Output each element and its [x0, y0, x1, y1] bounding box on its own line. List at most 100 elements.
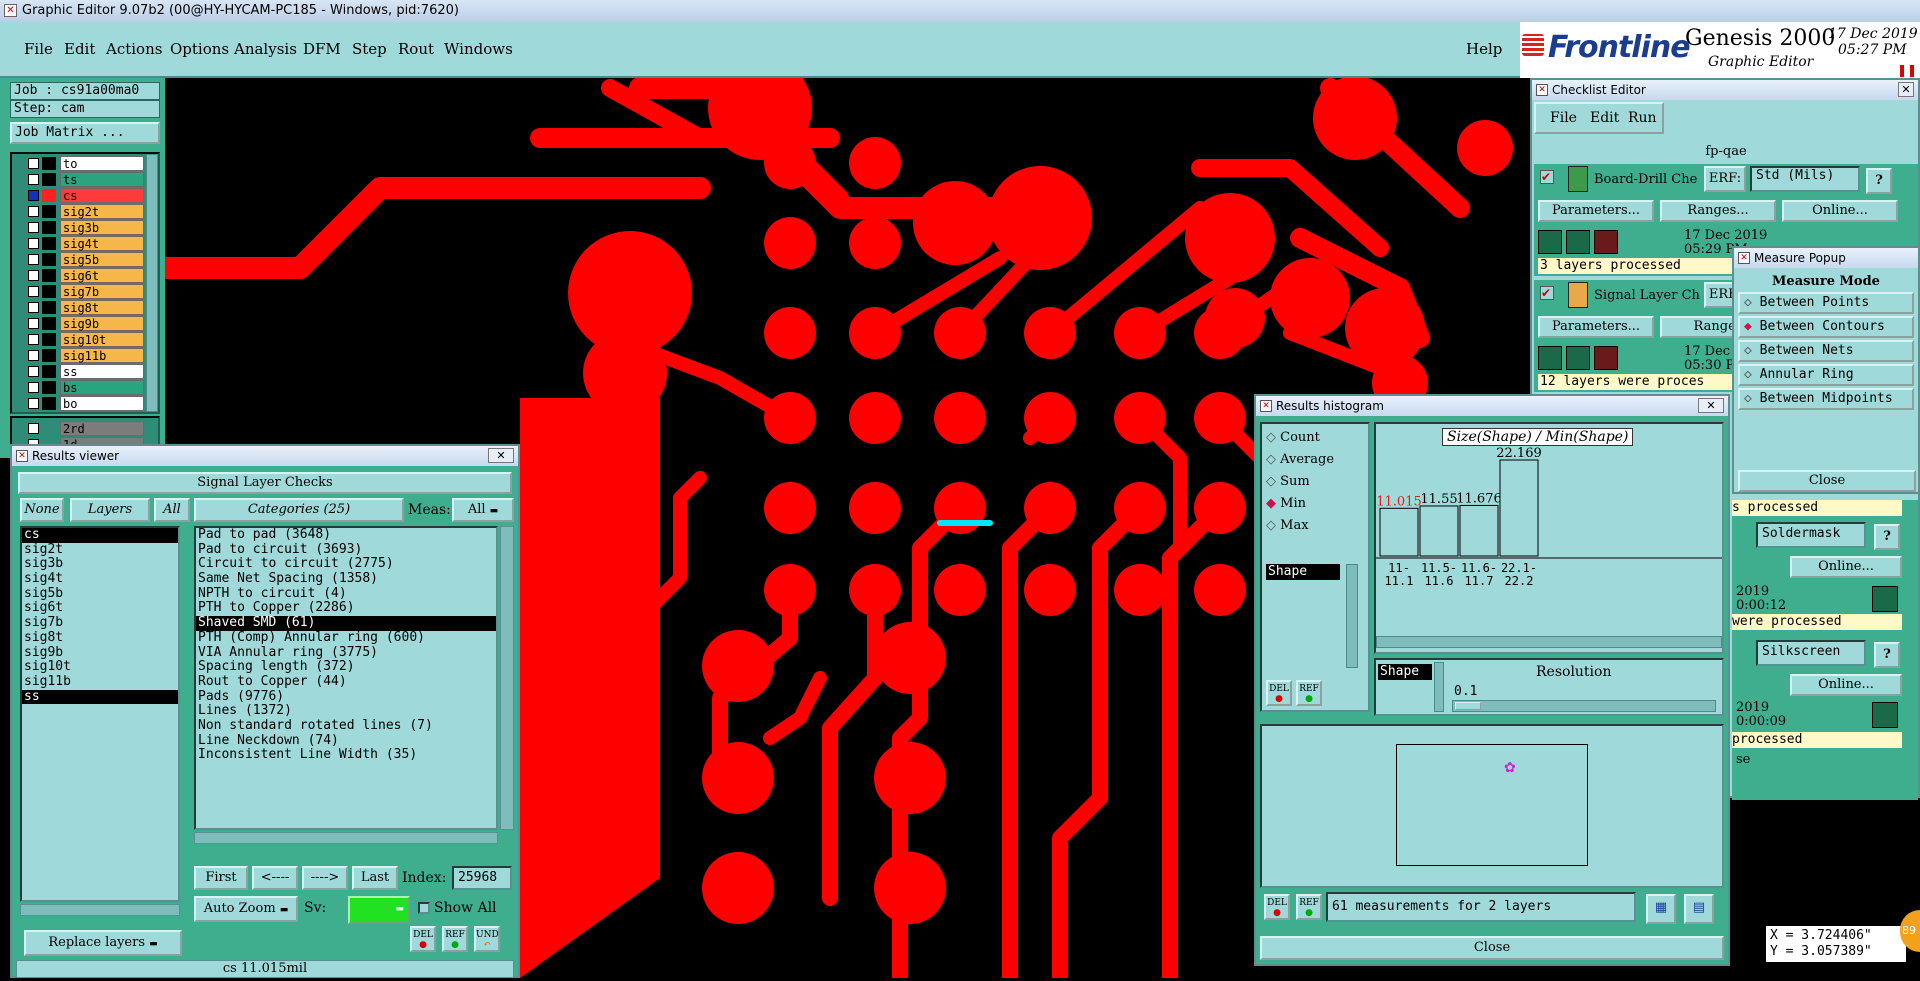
- histogram-close-button[interactable]: Close: [1260, 936, 1724, 960]
- category-item[interactable]: Shaved SMD (61): [196, 615, 496, 631]
- category-item[interactable]: NPTH to circuit (4): [196, 586, 496, 602]
- stat-option[interactable]: ◇ Max: [1266, 518, 1309, 533]
- slider-thumb[interactable]: [1455, 702, 1481, 710]
- layer-affected-swatch[interactable]: [42, 285, 56, 298]
- undo-button[interactable]: UND ↶: [474, 926, 500, 952]
- resolution-slider[interactable]: [1452, 700, 1716, 712]
- parameters-button[interactable]: Parameters...: [1538, 316, 1654, 338]
- menu-help[interactable]: Help: [1466, 40, 1502, 58]
- layer-checkbox[interactable]: [28, 398, 39, 409]
- measure-mode-option[interactable]: ◆ Between Contours: [1738, 316, 1914, 338]
- layer-affected-swatch[interactable]: [42, 317, 56, 330]
- layer-affected-swatch[interactable]: [42, 349, 56, 362]
- results-layer-list[interactable]: cs sig2t sig3b sig4t sig5b sig6t sig7b sig8t sig…: [20, 526, 180, 902]
- layer-checkbox[interactable]: [28, 190, 39, 201]
- next-button[interactable]: ---->: [302, 866, 348, 890]
- layer-name[interactable]: sig3b: [60, 220, 144, 235]
- result-layer-item[interactable]: sig11b: [22, 674, 178, 690]
- measure-mode-option[interactable]: ◇ Between Nets: [1738, 340, 1914, 362]
- category-item[interactable]: Same Net Spacing (1358): [196, 571, 496, 587]
- layer-row-cs[interactable]: cs: [26, 188, 144, 203]
- check-enabled-checkbox[interactable]: ✔: [1540, 170, 1554, 184]
- layer-affected-swatch[interactable]: [42, 189, 56, 202]
- layer-name[interactable]: sig5b: [60, 252, 144, 267]
- layer-name[interactable]: ts: [60, 172, 144, 187]
- layer-row-sig5b[interactable]: sig5b: [26, 252, 144, 267]
- layer-checkbox[interactable]: [28, 286, 39, 297]
- layer-checkbox[interactable]: [28, 206, 39, 217]
- shape-list-scrollbar[interactable]: [1346, 564, 1358, 668]
- auto-zoom-dropdown[interactable]: Auto Zoom ▬: [194, 896, 298, 922]
- layer-row-ts[interactable]: ts: [26, 172, 144, 187]
- shape-selection[interactable]: Shape: [1378, 664, 1432, 680]
- layer-name[interactable]: sig11b: [60, 348, 144, 363]
- layer-row-sig11b[interactable]: sig11b: [26, 348, 144, 363]
- overview-frame[interactable]: [1396, 744, 1588, 866]
- layer-checkbox[interactable]: [28, 222, 39, 233]
- layer-affected-swatch[interactable]: [42, 381, 56, 394]
- layer-row-sig3b[interactable]: sig3b: [26, 220, 144, 235]
- zoom-icon[interactable]: [1872, 586, 1898, 612]
- measure-close-button[interactable]: Close: [1738, 470, 1916, 492]
- cl-menu-run[interactable]: Run: [1628, 110, 1657, 126]
- menu-edit[interactable]: Edit: [64, 40, 95, 58]
- measure-mode-option[interactable]: ◇ Annular Ring: [1738, 364, 1914, 386]
- layer-row-sig7b[interactable]: sig7b: [26, 284, 144, 299]
- category-item[interactable]: Pads (9776): [196, 689, 496, 705]
- histogram-hscroll[interactable]: [1376, 636, 1722, 648]
- run-icon[interactable]: [1566, 346, 1590, 370]
- result-layer-item[interactable]: ss: [22, 689, 178, 705]
- layer-row-sig10t[interactable]: sig10t: [26, 332, 144, 347]
- layer-list-scrollbar[interactable]: [146, 154, 158, 412]
- category-item[interactable]: Pad to pad (3648): [196, 527, 496, 543]
- online-button[interactable]: Online...: [1790, 556, 1902, 578]
- result-layer-item[interactable]: sig5b: [22, 586, 178, 602]
- result-layer-item[interactable]: cs: [22, 527, 178, 543]
- online-button[interactable]: Online...: [1790, 674, 1902, 696]
- menu-step[interactable]: Step: [352, 40, 387, 58]
- show-all-checkbox[interactable]: [418, 902, 430, 914]
- categories-vscroll[interactable]: [500, 526, 514, 830]
- histogram-bar[interactable]: [1379, 507, 1419, 557]
- online-button[interactable]: Online...: [1782, 200, 1898, 222]
- result-layer-item[interactable]: sig3b: [22, 557, 178, 572]
- shape-selection-scrollbar[interactable]: [1434, 662, 1444, 712]
- menu-actions[interactable]: Actions: [106, 40, 162, 58]
- layer-row-ss[interactable]: ss: [26, 364, 144, 379]
- partial-close-label[interactable]: se: [1736, 752, 1750, 767]
- help-icon[interactable]: ?: [1874, 642, 1900, 668]
- layer-checkbox[interactable]: [28, 334, 39, 345]
- menu-file[interactable]: File: [24, 40, 53, 58]
- cl-menu-file[interactable]: File: [1550, 110, 1577, 126]
- layer-affected-swatch[interactable]: [42, 333, 56, 346]
- layer-name[interactable]: bo: [60, 396, 144, 411]
- close-icon[interactable]: ✕: [1698, 398, 1724, 413]
- layer-checkbox[interactable]: [28, 238, 39, 249]
- stat-option[interactable]: ◇ Average: [1266, 452, 1334, 467]
- layers-button[interactable]: Layers: [70, 498, 150, 522]
- stat-option[interactable]: ◇ Sum: [1266, 474, 1310, 489]
- all-button[interactable]: All: [154, 498, 190, 522]
- job-matrix-button[interactable]: Job Matrix ...: [10, 122, 160, 144]
- none-button[interactable]: None: [20, 498, 64, 522]
- result-layer-item[interactable]: sig9b: [22, 645, 178, 661]
- layer-affected-swatch[interactable]: [42, 253, 56, 266]
- help-icon[interactable]: ?: [1866, 168, 1892, 194]
- layer-affected-swatch[interactable]: [42, 365, 56, 378]
- category-item[interactable]: Rout to Copper (44): [196, 674, 496, 690]
- export-icon[interactable]: ▤: [1684, 894, 1714, 924]
- run-icon[interactable]: [1594, 346, 1618, 370]
- erf-field[interactable]: Std (Mils): [1750, 166, 1860, 192]
- ref-button[interactable]: REF ●: [442, 926, 468, 952]
- del-button[interactable]: DEL ●: [1264, 894, 1290, 920]
- layer-affected-swatch[interactable]: [42, 237, 56, 250]
- measure-mode-option[interactable]: ◇ Between Midpoints: [1738, 388, 1914, 410]
- ref-button[interactable]: REF ●: [1296, 680, 1322, 706]
- category-item[interactable]: Spacing length (372): [196, 659, 496, 675]
- category-item[interactable]: Lines (1372): [196, 704, 496, 719]
- layer-name[interactable]: sig9b: [60, 316, 144, 331]
- layer-name[interactable]: sig6t: [60, 268, 144, 283]
- first-button[interactable]: First: [194, 866, 248, 890]
- category-item[interactable]: Pad to circuit (3693): [196, 542, 496, 558]
- stat-option[interactable]: ◆ Min: [1266, 496, 1306, 511]
